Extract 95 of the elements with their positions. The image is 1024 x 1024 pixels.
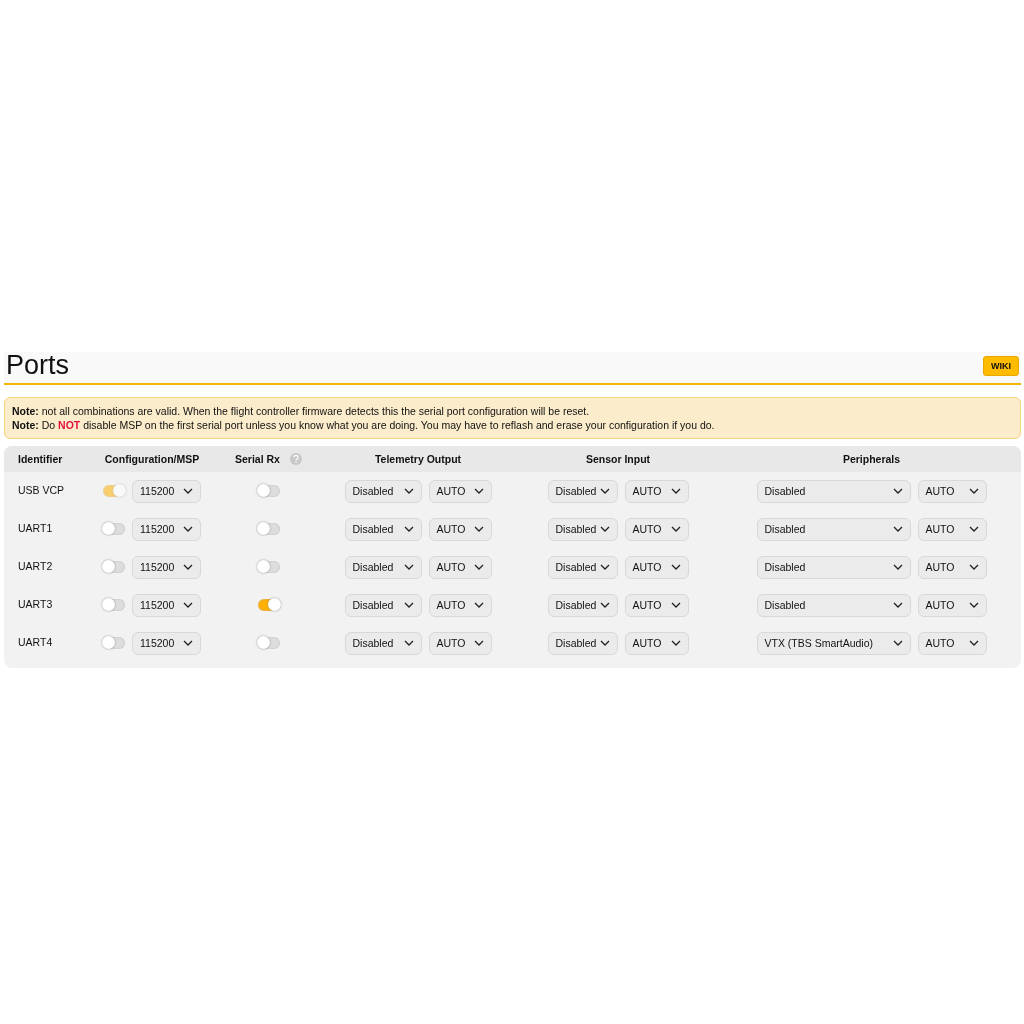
dropdown[interactable]: Disabled xyxy=(547,593,618,617)
caret-icon xyxy=(968,564,979,570)
column-header: Peripherals xyxy=(842,453,901,465)
dropdown[interactable]: 115200 xyxy=(132,555,201,579)
caret-icon xyxy=(670,602,681,608)
port-identifier: UART1 xyxy=(18,522,53,534)
toggle-switch[interactable] xyxy=(257,561,280,573)
dropdown[interactable]: VTX (TBS SmartAudio) xyxy=(756,631,911,655)
caret-icon xyxy=(473,526,484,532)
caret-icon xyxy=(599,640,610,646)
caret-icon xyxy=(599,602,610,608)
dropdown[interactable]: AUTO xyxy=(428,593,492,617)
caret-icon xyxy=(473,488,484,494)
dropdown[interactable]: Disabled xyxy=(547,631,618,655)
dropdown[interactable]: AUTO xyxy=(624,631,689,655)
dropdown[interactable]: 115200 xyxy=(132,593,201,617)
caret-icon xyxy=(473,564,484,570)
caret-icon xyxy=(968,488,979,494)
column-header: Configuration/MSP xyxy=(104,453,200,465)
caret-icon xyxy=(473,640,484,646)
dropdown[interactable]: AUTO xyxy=(917,593,987,617)
caret-icon xyxy=(403,564,414,570)
dropdown[interactable]: Disabled xyxy=(344,517,422,541)
caret-icon xyxy=(892,602,903,608)
toggle-switch[interactable] xyxy=(103,599,125,611)
toggle-switch[interactable] xyxy=(257,523,280,535)
wiki-button[interactable]: WIKI xyxy=(983,356,1019,376)
dropdown[interactable]: AUTO xyxy=(428,479,492,503)
caret-icon xyxy=(403,602,414,608)
dropdown[interactable]: Disabled xyxy=(344,555,422,579)
dropdown[interactable]: 115200 xyxy=(132,631,201,655)
caret-icon xyxy=(892,640,903,646)
toggle-switch[interactable] xyxy=(103,561,125,573)
dropdown[interactable]: AUTO xyxy=(917,555,987,579)
dropdown[interactable]: Disabled xyxy=(547,517,618,541)
caret-icon xyxy=(183,564,193,570)
column-header: Telemetry Output xyxy=(374,453,462,465)
dropdown[interactable]: AUTO xyxy=(428,517,492,541)
column-header: Identifier xyxy=(18,453,63,465)
dropdown[interactable]: AUTO xyxy=(428,631,492,655)
caret-icon xyxy=(183,526,193,532)
dropdown[interactable]: 115200 xyxy=(132,479,201,503)
dropdown[interactable]: 115200 xyxy=(132,517,201,541)
toggle-switch[interactable] xyxy=(257,637,280,649)
caret-icon xyxy=(183,640,193,646)
dropdown[interactable]: Disabled xyxy=(756,593,911,617)
port-identifier: UART3 xyxy=(18,598,53,610)
page-title: Ports xyxy=(6,350,70,380)
caret-icon xyxy=(968,526,979,532)
dropdown[interactable]: AUTO xyxy=(624,593,689,617)
caret-icon xyxy=(183,602,193,608)
dropdown[interactable]: AUTO xyxy=(624,479,689,503)
help-icon[interactable] xyxy=(289,453,302,465)
toggle-switch[interactable] xyxy=(103,523,125,535)
dropdown[interactable]: Disabled xyxy=(547,479,618,503)
caret-icon xyxy=(599,526,610,532)
dropdown[interactable]: Disabled xyxy=(547,555,618,579)
caret-icon xyxy=(670,564,681,570)
port-identifier: UART4 xyxy=(18,636,53,648)
dropdown[interactable]: AUTO xyxy=(624,555,689,579)
caret-icon xyxy=(599,564,610,570)
caret-icon xyxy=(892,488,903,494)
dropdown[interactable]: Disabled xyxy=(756,479,911,503)
dropdown[interactable]: AUTO xyxy=(917,631,987,655)
toggle-switch[interactable] xyxy=(257,485,280,497)
dropdown[interactable]: AUTO xyxy=(917,517,987,541)
dropdown[interactable]: Disabled xyxy=(344,631,422,655)
caret-icon xyxy=(670,640,681,646)
port-identifier: USB VCP xyxy=(18,484,65,496)
caret-icon xyxy=(403,640,414,646)
note-text: Note: not all combinations are valid. When the flight controller firmware detects this the serial port configuration will be reset. xyxy=(12,404,591,418)
column-header: Sensor Input xyxy=(585,453,651,465)
dropdown[interactable]: AUTO xyxy=(917,479,987,503)
note-text: Note: Do NOT disable MSP on the first serial port unless you know what you are doing. You may have to reflash and erase your configuration if you do. xyxy=(12,418,716,432)
dropdown[interactable]: AUTO xyxy=(428,555,492,579)
caret-icon xyxy=(473,602,484,608)
caret-icon xyxy=(670,488,681,494)
caret-icon xyxy=(599,488,610,494)
port-identifier: UART2 xyxy=(18,560,53,572)
caret-icon xyxy=(403,526,414,532)
caret-icon xyxy=(968,640,979,646)
dropdown[interactable]: Disabled xyxy=(756,517,911,541)
toggle-switch[interactable] xyxy=(257,599,280,611)
column-header: Serial Rx xyxy=(235,453,280,465)
dropdown[interactable]: Disabled xyxy=(344,479,422,503)
caret-icon xyxy=(968,602,979,608)
caret-icon xyxy=(892,564,903,570)
dropdown[interactable]: Disabled xyxy=(344,593,422,617)
caret-icon xyxy=(670,526,681,532)
caret-icon xyxy=(892,526,903,532)
dropdown[interactable]: AUTO xyxy=(624,517,689,541)
caret-icon xyxy=(403,488,414,494)
toggle-switch[interactable] xyxy=(103,637,125,649)
caret-icon xyxy=(183,488,193,494)
dropdown[interactable]: Disabled xyxy=(756,555,911,579)
